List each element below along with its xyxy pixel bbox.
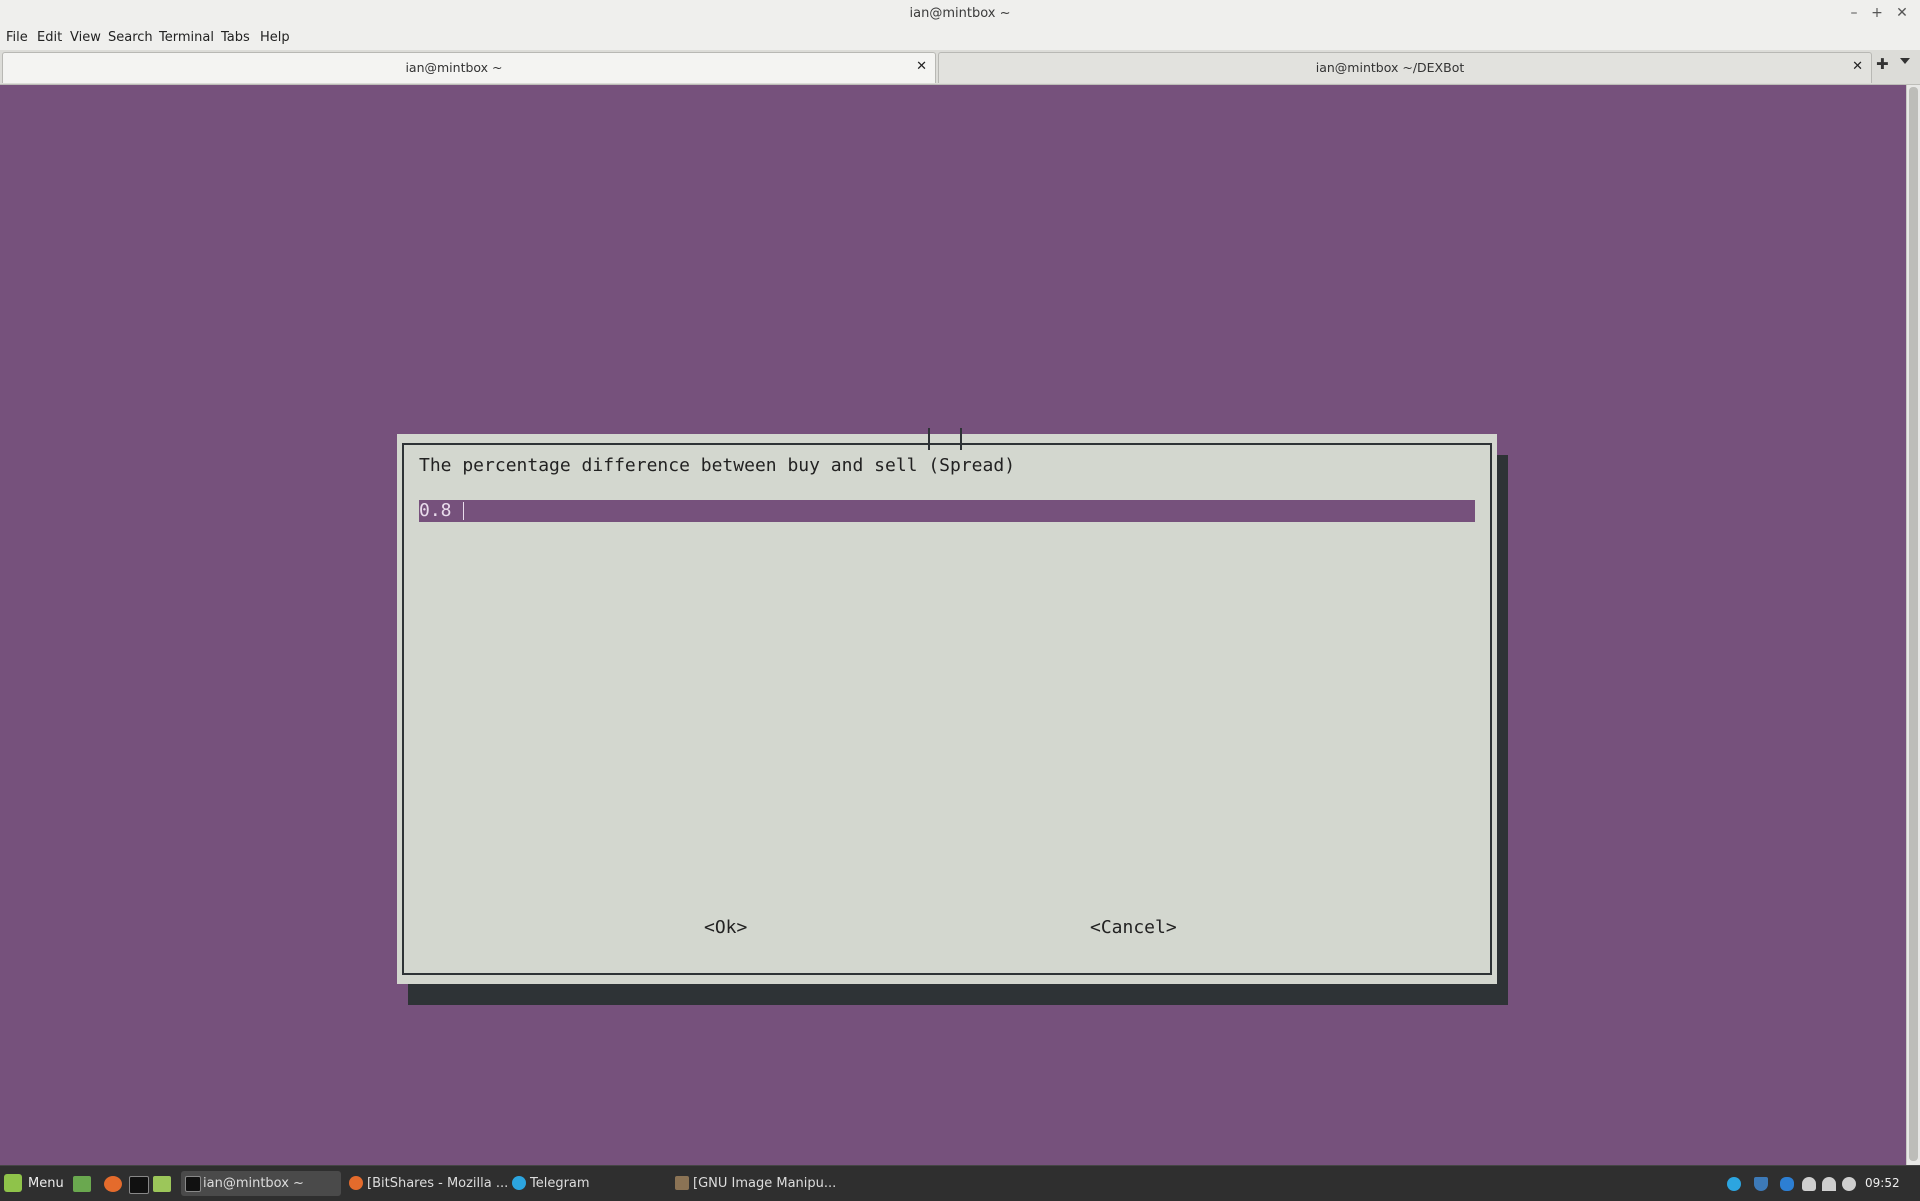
menu-edit[interactable]: Edit (37, 30, 62, 45)
telegram-icon (512, 1176, 526, 1190)
tab-label: ian@mintbox ~/DEXBot (1315, 60, 1465, 75)
dialog-prompt: The percentage difference between buy an… (419, 455, 1016, 476)
menu-file[interactable]: File (6, 30, 28, 45)
wifi-icon[interactable] (1822, 1177, 1836, 1191)
text-caret (463, 502, 464, 520)
new-tab-icon[interactable]: ✚ (1876, 55, 1889, 73)
task-label: Telegram (530, 1176, 590, 1191)
show-desktop-icon[interactable] (73, 1176, 91, 1192)
minimize-button[interactable]: – (1845, 4, 1863, 22)
user-icon[interactable] (1802, 1177, 1816, 1191)
terminal-area[interactable]: The percentage difference between buy an… (0, 85, 1906, 1165)
window-title: ian@mintbox ~ (909, 6, 1011, 21)
tab-close-icon[interactable]: ✕ (1852, 59, 1863, 74)
firefox-icon (349, 1176, 363, 1190)
task-label: ian@mintbox ~ (203, 1176, 304, 1191)
input-dialog: The percentage difference between buy an… (397, 428, 1497, 984)
terminal-scrollbar[interactable] (1906, 85, 1920, 1165)
dialog-title-notch (928, 428, 962, 450)
telegram-tray-icon[interactable] (1727, 1177, 1741, 1191)
start-menu-label: Menu (28, 1176, 64, 1191)
task-firefox[interactable]: [BitShares - Mozilla ... (345, 1171, 509, 1196)
cancel-button[interactable]: <Cancel> (1090, 917, 1177, 938)
maximize-button[interactable]: + (1868, 4, 1886, 22)
menu-tabs[interactable]: Tabs (221, 30, 250, 45)
task-gimp[interactable]: [GNU Image Manipu... (671, 1171, 836, 1196)
gimp-icon (675, 1176, 689, 1190)
task-label: [GNU Image Manipu... (693, 1176, 837, 1191)
close-window-button[interactable]: ✕ (1893, 4, 1911, 22)
menu-view[interactable]: View (70, 30, 101, 45)
spread-input[interactable]: 0.8 (419, 500, 1475, 522)
tab-close-icon[interactable]: ✕ (916, 59, 927, 74)
task-terminal[interactable]: ian@mintbox ~ (181, 1171, 341, 1196)
taskbar: Menu ian@mintbox ~ [BitShares - Mozilla … (0, 1165, 1920, 1201)
bluetooth-icon[interactable] (1780, 1177, 1794, 1191)
tab-bar: ian@mintbox ~ ✕ ian@mintbox ~/DEXBot ✕ (0, 50, 1920, 85)
clock[interactable]: 09:52 (1865, 1176, 1900, 1190)
task-label: [BitShares - Mozilla ... (367, 1176, 509, 1191)
shield-icon[interactable] (1754, 1177, 1768, 1191)
linux-mint-icon (4, 1174, 22, 1192)
window-titlebar: ian@mintbox ~ – + ✕ (0, 0, 1920, 28)
dialog-border (402, 443, 1492, 975)
firefox-launcher-icon[interactable] (104, 1176, 122, 1192)
menu-terminal[interactable]: Terminal (159, 30, 214, 45)
spread-input-value: 0.8 (419, 500, 452, 521)
files-launcher-icon[interactable] (153, 1176, 171, 1192)
task-telegram[interactable]: Telegram (508, 1171, 668, 1196)
brightness-icon[interactable] (1842, 1177, 1856, 1191)
tab-dexbot[interactable]: ian@mintbox ~/DEXBot ✕ (938, 52, 1872, 83)
ok-button[interactable]: <Ok> (704, 917, 747, 938)
menu-search[interactable]: Search (108, 30, 153, 45)
menubar: File Edit View Search Terminal Tabs Help (0, 28, 1920, 50)
scrollbar-thumb[interactable] (1909, 87, 1918, 1161)
terminal-launcher-icon[interactable] (129, 1176, 149, 1194)
tab-home[interactable]: ian@mintbox ~ ✕ (2, 52, 936, 83)
tab-label: ian@mintbox ~ (405, 60, 503, 75)
terminal-icon (185, 1176, 201, 1192)
menu-help[interactable]: Help (260, 30, 290, 45)
tab-menu-chevron-icon[interactable] (1900, 58, 1910, 64)
